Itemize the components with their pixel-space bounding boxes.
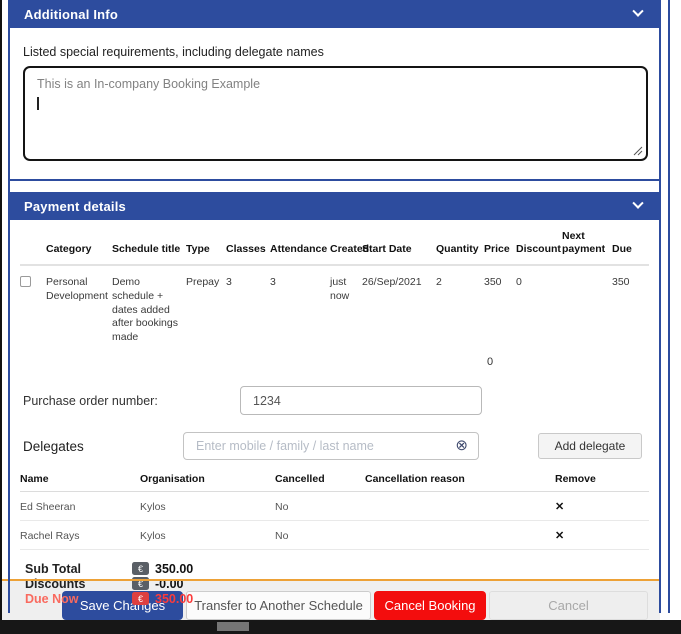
chevron-down-icon[interactable]	[632, 198, 643, 209]
cell-start-date: 26/Sep/2021	[362, 265, 436, 344]
payment-table-header-row: Category Schedule title Type Classes Att…	[20, 224, 649, 265]
cell-created: just now	[330, 265, 362, 344]
delegate-search-input[interactable]	[183, 432, 479, 460]
discount-total: 0	[487, 356, 649, 368]
bottom-scrollbar-track[interactable]	[0, 620, 681, 634]
delegates-table-header-row: Name Organisation Cancelled Cancellation…	[20, 466, 649, 492]
additional-info-header[interactable]: Additional Info	[10, 0, 659, 28]
footer-divider	[2, 579, 660, 581]
delegate-cancellation-reason	[365, 492, 555, 521]
col-classes: Classes	[226, 224, 270, 265]
cancel-button: Cancel	[489, 591, 648, 620]
cell-discount: 0	[516, 265, 562, 344]
totals-block: Sub Total € 350.00 Discounts € -0.00 Due…	[20, 561, 320, 606]
cell-quantity: 2	[436, 265, 484, 344]
due-now-row: Due Now € 350.00	[20, 591, 320, 606]
cell-classes: 3	[226, 265, 270, 344]
cell-schedule-title: Demo schedule + dates added after bookin…	[112, 265, 186, 344]
remove-delegate-icon[interactable]: ✕	[555, 530, 564, 542]
panel-border-right	[659, 0, 661, 613]
cell-price: 350	[484, 265, 516, 344]
panel-border-left	[8, 0, 10, 613]
col-due: Due	[612, 224, 649, 265]
col-price: Price	[484, 224, 516, 265]
col-cancellation-reason: Cancellation reason	[365, 466, 555, 492]
payment-details-panel: Payment details Category Schedule title …	[10, 192, 659, 612]
col-name: Name	[20, 466, 140, 492]
additional-info-panel: Additional Info Listed special requireme…	[10, 0, 659, 181]
row-checkbox[interactable]	[20, 276, 31, 287]
add-delegate-button[interactable]: Add delegate	[538, 433, 642, 459]
payment-table-row: Personal Development Demo schedule + dat…	[20, 265, 649, 344]
additional-info-title: Additional Info	[24, 7, 118, 22]
col-remove: Remove	[555, 466, 649, 492]
booking-modal: Additional Info Listed special requireme…	[0, 0, 681, 634]
col-attendance: Attendance	[270, 224, 330, 265]
purchase-order-label: Purchase order number:	[20, 394, 240, 408]
payment-details-header[interactable]: Payment details	[10, 192, 659, 220]
delegate-organisation: Kylos	[140, 521, 275, 550]
due-now-label: Due Now	[20, 592, 132, 606]
delegate-row: Ed Sheeran Kylos No ✕	[20, 492, 649, 521]
col-schedule-title: Schedule title	[112, 224, 186, 265]
euro-badge-icon: €	[132, 592, 149, 605]
col-organisation: Organisation	[140, 466, 275, 492]
payment-table: Category Schedule title Type Classes Att…	[20, 224, 649, 344]
col-type: Type	[186, 224, 226, 265]
requirements-label: Listed special requirements, including d…	[23, 45, 659, 59]
delegate-cancellation-reason	[365, 521, 555, 550]
modal-border-right	[668, 0, 670, 613]
resize-handle-icon[interactable]	[633, 146, 643, 156]
cell-next-payment	[562, 265, 612, 344]
cell-attendance: 3	[270, 265, 330, 344]
window-edge	[0, 0, 2, 634]
chevron-down-icon[interactable]	[632, 6, 643, 17]
due-now-value: 350.00	[155, 592, 193, 606]
delegate-row: Rachel Rays Kylos No ✕	[20, 521, 649, 550]
delegate-search: ⊗	[183, 432, 479, 460]
remove-delegate-icon[interactable]: ✕	[555, 501, 564, 513]
delegates-label: Delegates	[20, 439, 183, 454]
delegate-organisation: Kylos	[140, 492, 275, 521]
payment-details-title: Payment details	[24, 199, 126, 214]
requirements-text: This is an In-company Booking Example	[37, 77, 260, 91]
col-created: Created	[330, 224, 362, 265]
clear-search-icon[interactable]: ⊗	[455, 436, 468, 454]
delegate-name: Ed Sheeran	[20, 492, 140, 521]
delegates-table: Name Organisation Cancelled Cancellation…	[20, 466, 649, 550]
cell-category: Personal Development	[46, 265, 112, 344]
cancel-booking-button[interactable]: Cancel Booking	[374, 591, 486, 620]
euro-badge-icon: €	[132, 562, 149, 575]
col-category: Category	[46, 224, 112, 265]
col-start-date: Start Date	[362, 224, 436, 265]
purchase-order-input[interactable]	[240, 386, 482, 415]
subtotal-row: Sub Total € 350.00	[20, 561, 320, 576]
delegate-cancelled: No	[275, 521, 365, 550]
text-cursor	[37, 97, 39, 110]
cell-type: Prepay	[186, 265, 226, 344]
horizontal-scrollbar-thumb[interactable]	[217, 622, 249, 631]
subtotal-value: 350.00	[155, 562, 193, 576]
cell-due: 350	[612, 265, 649, 344]
col-quantity: Quantity	[436, 224, 484, 265]
delegate-name: Rachel Rays	[20, 521, 140, 550]
delegate-cancelled: No	[275, 492, 365, 521]
col-next-payment: Next payment	[562, 224, 612, 265]
col-cancelled: Cancelled	[275, 466, 365, 492]
subtotal-label: Sub Total	[20, 562, 132, 576]
col-discount: Discount	[516, 224, 562, 265]
requirements-textarea[interactable]: This is an In-company Booking Example	[23, 66, 648, 161]
